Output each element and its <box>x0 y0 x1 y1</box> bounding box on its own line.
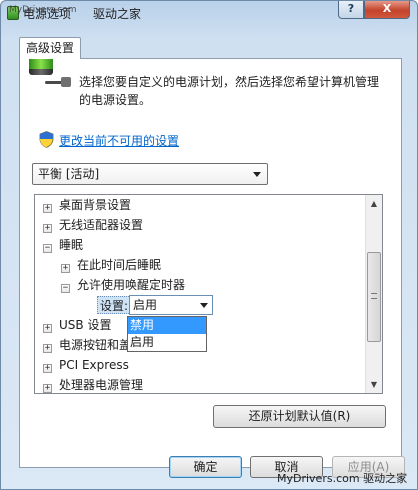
tree-item-label: 处理器电源管理 <box>59 378 144 392</box>
tree-item-sleep[interactable]: − 睡眠 <box>43 236 83 254</box>
tree-item-wireless-adapter[interactable]: + 无线适配器设置 <box>43 216 143 234</box>
grip-icon <box>371 293 377 299</box>
setting-dropdown-list[interactable]: 禁用 启用 <box>127 316 207 352</box>
setting-label: 设置: <box>97 296 132 314</box>
settings-tree[interactable]: + 桌面背景设置 + 无线适配器设置 − 睡眠 + 在此时间后睡眠 − 允许使用唤醒定时器… <box>34 194 383 394</box>
chevron-down-icon <box>200 303 208 308</box>
change-unavailable-settings-link[interactable]: 更改当前不可用的设置 <box>59 132 179 149</box>
power-options-window: 电源选项 驱动之家 ? X MyDrivers.com 高级设置 选择您要自定义… <box>0 0 418 490</box>
tree-item-desktop-background[interactable]: + 桌面背景设置 <box>43 196 131 214</box>
power-plug-icon <box>45 75 73 89</box>
tree-item-label: 允许使用唤醒定时器 <box>77 278 186 292</box>
tree-item-pci-express[interactable]: + PCI Express <box>43 356 129 374</box>
expand-icon[interactable]: + <box>43 344 52 353</box>
scroll-down-icon[interactable]: ▼ <box>366 376 382 393</box>
dropdown-option-enable[interactable]: 启用 <box>128 334 206 351</box>
scroll-up-icon[interactable]: ▲ <box>366 195 382 212</box>
tree-item-label: 无线适配器设置 <box>59 218 144 232</box>
expand-icon[interactable]: + <box>43 204 52 213</box>
title-brand: 驱动之家 <box>93 7 142 21</box>
watermark-top: MyDrivers.com <box>9 5 77 15</box>
power-plan-value: 平衡 [活动] <box>38 167 100 181</box>
expand-icon[interactable]: + <box>43 364 52 373</box>
tree-item-power-buttons-lid[interactable]: + 电源按钮和盖 <box>43 336 131 354</box>
expand-icon[interactable]: + <box>43 384 52 393</box>
expand-icon[interactable]: + <box>43 224 52 233</box>
tree-item-label: 睡眠 <box>59 238 84 252</box>
expand-icon[interactable]: + <box>61 264 70 273</box>
tree-item-allow-wake-timers[interactable]: − 允许使用唤醒定时器 <box>61 276 185 294</box>
tab-advanced-settings[interactable]: 高级设置 <box>19 37 81 59</box>
ok-button[interactable]: 确定 <box>169 456 242 478</box>
collapse-icon[interactable]: − <box>61 284 70 293</box>
tree-item-label: 在此时间后睡眠 <box>77 258 162 272</box>
uac-shield-icon <box>39 131 54 148</box>
chevron-down-icon <box>253 172 261 177</box>
restore-plan-defaults-button[interactable]: 还原计划默认值(R) <box>213 405 386 428</box>
close-button[interactable]: X <box>364 1 410 19</box>
wake-timer-setting-select[interactable]: 启用 <box>129 295 213 315</box>
tree-item-label: 电源按钮和盖 <box>59 338 132 352</box>
power-plan-select[interactable]: 平衡 [活动] <box>32 163 268 185</box>
intro-text: 选择您要自定义的电源计划，然后选择您希望计算机管理的电源设置。 <box>79 75 380 107</box>
tree-item-label: USB 设置 <box>59 318 112 332</box>
scrollbar-thumb[interactable] <box>367 252 381 342</box>
setting-value: 启用 <box>133 298 158 312</box>
tree-item-sleep-after[interactable]: + 在此时间后睡眠 <box>61 256 161 274</box>
dropdown-option-disable[interactable]: 禁用 <box>128 317 206 334</box>
tree-item-label: PCI Express <box>59 358 129 372</box>
footer-watermark: MyDrivers.com 驱动之家 <box>277 472 408 485</box>
tree-scrollbar[interactable]: ▲ ▼ <box>365 195 382 393</box>
collapse-icon[interactable]: − <box>43 244 52 253</box>
help-button[interactable]: ? <box>338 1 364 19</box>
tree-item-usb-settings[interactable]: + USB 设置 <box>43 316 111 334</box>
tree-item-label: 桌面背景设置 <box>59 198 132 212</box>
tree-item-processor-power[interactable]: + 处理器电源管理 <box>43 376 144 393</box>
expand-icon[interactable]: + <box>43 324 52 333</box>
